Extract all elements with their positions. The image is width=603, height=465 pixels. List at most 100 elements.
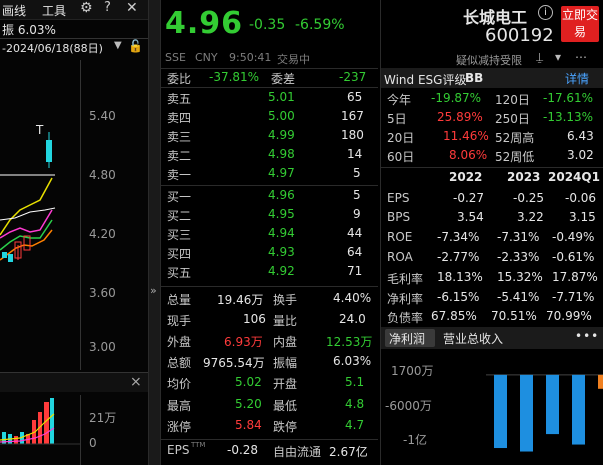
fin-cell: -5.41% xyxy=(497,290,540,304)
price-axis-label: 5.40 xyxy=(89,109,116,123)
period-label: 52周高 xyxy=(495,131,535,145)
fin-row-label: EPS xyxy=(387,191,410,205)
esg-rating: BB xyxy=(465,71,484,85)
bid-volume: 5 xyxy=(353,188,361,202)
gear-icon[interactable]: ⚙ xyxy=(80,0,93,16)
fin-row-label: 毛利率 xyxy=(387,272,424,286)
weibi-value: -37.81% xyxy=(209,70,260,84)
bid-row[interactable]: 买二 xyxy=(167,207,191,224)
stat-label: 总额 xyxy=(167,356,192,370)
tools-button[interactable]: 工具 xyxy=(42,2,66,19)
price-axis-label: 4.20 xyxy=(89,227,116,241)
bid-row[interactable]: 买一 xyxy=(167,188,191,205)
stat-value: 5.1 xyxy=(345,375,365,389)
bid-label: 买三 xyxy=(167,228,192,242)
profit-bar[interactable] xyxy=(546,374,559,435)
trade-now-button[interactable]: 立即交易 xyxy=(561,6,599,42)
ask-row[interactable]: 卖四 xyxy=(167,109,191,126)
chevron-down-icon[interactable]: ▼ xyxy=(114,40,122,51)
divider xyxy=(0,38,148,39)
ask-label: 卖四 xyxy=(167,111,192,125)
reduction-restricted-tag[interactable]: 疑似减持受限 xyxy=(456,52,522,68)
kline-chart-panel[interactable]: 画线 工具 ⚙ ? ✕ 振 6.03% -2024/06/18(88日) ▼ 🔓… xyxy=(0,0,148,465)
y-tick-label: -1亿 xyxy=(403,433,427,447)
fin-row-label: BPS xyxy=(387,210,411,224)
bid-row[interactable]: 买四 xyxy=(167,245,191,262)
ask-label: 卖一 xyxy=(167,168,192,182)
panel-splitter[interactable]: » xyxy=(148,0,161,465)
stat-label: 跌停 xyxy=(273,420,298,434)
stat-value: 9765.54万 xyxy=(203,356,265,370)
close-indicator-icon[interactable]: ⨯ xyxy=(130,374,142,390)
bell-icon[interactable]: ⍊ xyxy=(536,50,543,65)
ask-row[interactable]: 卖五 xyxy=(167,90,191,107)
stat-value: 6.93万 xyxy=(224,335,263,349)
volume-axis-label: 21万 xyxy=(89,411,117,425)
ask-row[interactable]: 卖三 xyxy=(167,128,191,145)
fin-row-label: 净利率 xyxy=(387,292,424,306)
chart-toolbar: 画线 工具 ⚙ ? ✕ xyxy=(0,0,148,20)
chevron-down-icon[interactable]: ▾ xyxy=(555,50,561,64)
stat-label: 内盘 xyxy=(273,335,298,349)
profit-bar[interactable] xyxy=(520,374,533,452)
stat-label: 现手 xyxy=(167,314,192,328)
tab-revenue[interactable]: 营业总收入 xyxy=(443,330,503,347)
volume-drawing xyxy=(0,398,80,445)
info-icon[interactable]: i xyxy=(538,5,553,20)
period-label: 60日 xyxy=(387,150,415,164)
tab-label: 净利润 xyxy=(389,332,426,346)
ask-price: 4.98 xyxy=(268,147,295,161)
bid-price: 4.92 xyxy=(268,264,295,278)
bid-label: 买二 xyxy=(167,209,192,223)
ttm-superscript: TTM xyxy=(191,441,206,449)
ask-price: 4.99 xyxy=(268,128,295,142)
fin-cell: -2.77% xyxy=(437,250,480,264)
period-value: 8.06% xyxy=(449,148,488,162)
question-icon[interactable]: ? xyxy=(104,0,111,15)
ask-row[interactable]: 卖二 xyxy=(167,147,191,164)
stat-value: 2.67亿 xyxy=(329,445,368,459)
stat-value: 106 xyxy=(243,312,266,326)
close-icon[interactable]: ✕ xyxy=(126,0,138,16)
profit-bar[interactable] xyxy=(494,374,507,449)
stat-value: 5.84 xyxy=(235,418,262,432)
stat-value: 4.8 xyxy=(345,397,365,411)
fin-row-label: ROA xyxy=(387,250,413,264)
ask-label: 卖五 xyxy=(167,92,192,106)
stat-label: 最高 xyxy=(167,399,192,413)
fin-row-label: 负债率 xyxy=(387,311,424,325)
bid-price: 4.93 xyxy=(268,245,295,259)
fin-cell: 3.22 xyxy=(517,210,544,224)
stat-value: 19.46万 xyxy=(217,293,264,307)
esg-detail-link[interactable]: 详情 xyxy=(565,70,589,87)
more-tabs-icon[interactable]: ••• xyxy=(575,329,599,343)
price-axis-label: 3.60 xyxy=(89,286,116,300)
stat-label: 量比 xyxy=(273,314,298,328)
more-icon[interactable]: ⋯ xyxy=(575,50,587,64)
draw-line-button[interactable]: 画线 xyxy=(2,2,26,19)
period-label: 120日 xyxy=(495,93,530,107)
period-label: 5日 xyxy=(387,112,407,126)
bid-label: 买一 xyxy=(167,190,192,204)
price-change: -0.35 xyxy=(249,17,286,33)
fin-cell: 18.13% xyxy=(437,270,483,284)
period-value: 11.46% xyxy=(443,129,489,143)
quote-time: 9:50:41 xyxy=(229,51,272,64)
ask-label: 卖二 xyxy=(167,149,192,163)
period-value: -13.13% xyxy=(543,110,594,124)
chevron-double-right-icon[interactable]: » xyxy=(150,284,157,297)
ask-label: 卖三 xyxy=(167,130,192,144)
stat-label: 总量 xyxy=(167,293,192,307)
lock-icon[interactable]: 🔓 xyxy=(128,39,143,53)
bid-row[interactable]: 买五 xyxy=(167,264,191,281)
weibi-label: 委比 xyxy=(167,72,192,86)
kline-drawing xyxy=(0,132,56,262)
ask-row[interactable]: 卖一 xyxy=(167,166,191,183)
last-price: 4.96 xyxy=(165,6,244,41)
tab-net-profit[interactable]: 净利润 xyxy=(385,329,435,347)
bid-volume: 44 xyxy=(347,226,363,240)
stat-label: 均价 xyxy=(167,377,192,391)
profit-bar[interactable] xyxy=(598,374,603,389)
profit-bar[interactable] xyxy=(572,374,585,445)
bid-row[interactable]: 买三 xyxy=(167,226,191,243)
